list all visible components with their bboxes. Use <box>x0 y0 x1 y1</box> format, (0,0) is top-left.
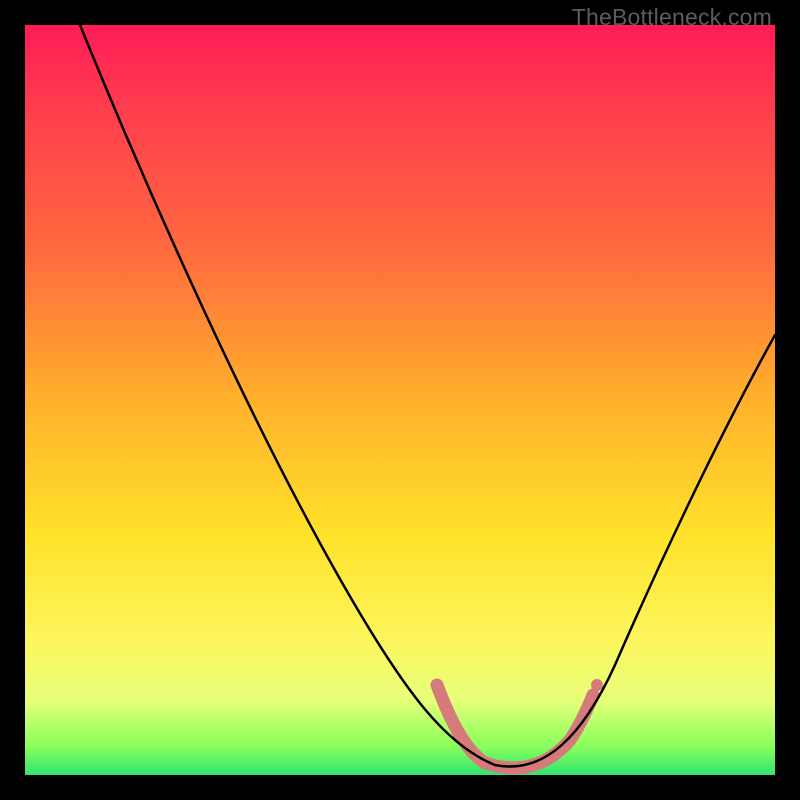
curve-main <box>80 25 775 767</box>
bottleneck-curve-svg <box>25 25 775 775</box>
curve-highlight <box>437 685 593 768</box>
curve-highlight-dot <box>591 679 603 691</box>
plot-area <box>25 25 775 775</box>
outer-black-frame: TheBottleneck.com <box>0 0 800 800</box>
